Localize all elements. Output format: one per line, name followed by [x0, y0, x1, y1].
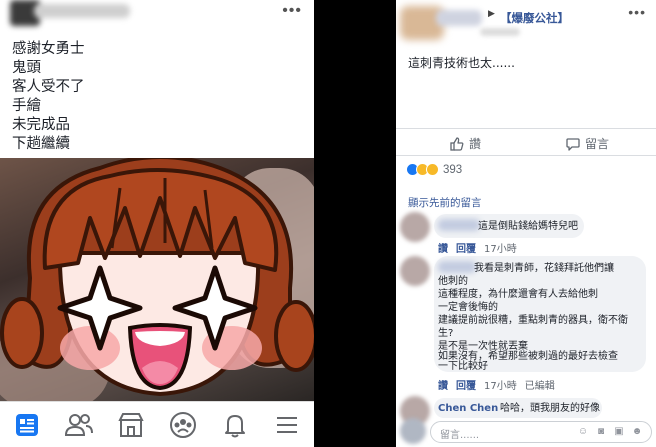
camera-icon[interactable]: ◙: [595, 426, 607, 438]
sticker-icon[interactable]: ☻: [631, 426, 643, 438]
comment-text: 我看是刺青師，花錢拜託他們讓: [474, 263, 614, 274]
commenter-name[interactable]: Chen Chen: [438, 402, 498, 415]
right-phone-screen: ▶ 【爆廢公社】 ••• 這刺青技術也太...... 讚 留言 393 顯示先前…: [396, 0, 656, 447]
thumbs-up-icon: [450, 136, 464, 151]
commenter-name-blurred[interactable]: [438, 219, 480, 231]
comment-text: 生?: [438, 328, 454, 339]
comment-meta: 讚回覆 17小時 已編輯: [438, 377, 563, 392]
author-name-blurred[interactable]: [436, 10, 482, 26]
commenter-avatar[interactable]: [400, 256, 430, 286]
comment-text: 哈哈，頭我朋友的好像: [500, 403, 600, 414]
comment-like-button[interactable]: 讚: [438, 244, 448, 255]
marketplace-icon[interactable]: [114, 408, 148, 442]
post-text: 感謝女勇士 鬼頭 客人受不了 手繪 未完成品 下趟繼續: [12, 40, 85, 154]
commenter-name-blurred[interactable]: [438, 261, 476, 273]
post-line: 鬼頭: [12, 60, 41, 76]
post-photo[interactable]: [0, 158, 314, 401]
comment-icon: [566, 137, 580, 151]
like-label: 讚: [469, 137, 482, 151]
left-phone-screen: ••• 感謝女勇士 鬼頭 客人受不了 手繪 未完成品 下趟繼續: [0, 0, 314, 447]
current-user-avatar: [400, 418, 426, 444]
comment-meta: 讚回覆 17小時: [438, 240, 525, 255]
reaction-count: 393: [443, 163, 463, 176]
comment-input-placeholder: 留言......: [440, 430, 480, 441]
news-feed-icon[interactable]: [10, 408, 44, 442]
notifications-icon[interactable]: [218, 408, 252, 442]
comment-text: 建議提前說很糟，重點刺青的器具，衛不衛: [438, 315, 628, 326]
comment-text: 這是倒貼錢給媽特兒吧: [478, 221, 578, 232]
author-name-blurred[interactable]: [34, 4, 130, 18]
wow-reaction-icon: [426, 163, 439, 176]
comment-time: 17小時: [484, 244, 517, 255]
friends-icon[interactable]: [62, 408, 96, 442]
comment-label: 留言: [585, 137, 610, 151]
comment-button[interactable]: 留言: [566, 135, 609, 152]
cartoon-face-sticker: [0, 158, 314, 397]
post-line: 客人受不了: [12, 79, 85, 95]
comment-reply-button[interactable]: 回覆: [456, 244, 476, 255]
comment-text: 這種程度，為什麼還會有人去給他刺: [438, 289, 598, 300]
post-line: 手繪: [12, 98, 41, 114]
emoji-icon[interactable]: ☺: [577, 426, 589, 438]
group-name-link[interactable]: 【爆廢公社】: [500, 10, 569, 26]
comment-time: 17小時: [484, 381, 517, 392]
menu-icon[interactable]: [270, 408, 304, 442]
gif-icon[interactable]: ▣: [613, 426, 625, 438]
bottom-nav-bar: [0, 401, 314, 447]
post-action-bar: 讚 留言: [396, 128, 656, 156]
edited-label: 已編輯: [524, 381, 555, 392]
comment-bubble: 我看是刺青師，花錢拜託他們讓 他刺的 這種程度，為什麼還會有人去給他刺 一定會後…: [434, 256, 646, 372]
arrow-right-icon: ▶: [488, 8, 495, 18]
comment-bubble: Chen Chen 哈哈，頭我朋友的好像: [434, 398, 602, 418]
groups-icon[interactable]: [166, 408, 200, 442]
comment-text: 他刺的: [438, 276, 468, 287]
post-line: 下趟繼續: [12, 136, 70, 152]
comment-reply-button[interactable]: 回覆: [456, 381, 476, 392]
commenter-avatar[interactable]: [400, 212, 430, 242]
post-time-blurred: [480, 28, 520, 36]
view-previous-comments-link[interactable]: 顯示先前的留言: [408, 195, 482, 210]
post-header: •••: [0, 0, 314, 32]
comment-input[interactable]: 留言...... ☺ ◙ ▣ ☻: [430, 421, 652, 443]
post-line: 感謝女勇士: [12, 41, 85, 57]
comment-bubble: 這是倒貼錢給媽特兒吧: [434, 214, 584, 238]
post-line: 未完成品: [12, 117, 70, 133]
comment-like-button[interactable]: 讚: [438, 381, 448, 392]
post-text: 這刺青技術也太......: [408, 56, 515, 70]
comment-text: 一定會後悔的: [438, 302, 498, 313]
reactions-summary[interactable]: 393: [406, 163, 462, 176]
more-dots-icon[interactable]: •••: [628, 4, 646, 20]
more-dots-icon[interactable]: •••: [282, 2, 302, 20]
like-button[interactable]: 讚: [450, 135, 481, 152]
comment-text: 一下比較好: [438, 361, 488, 372]
